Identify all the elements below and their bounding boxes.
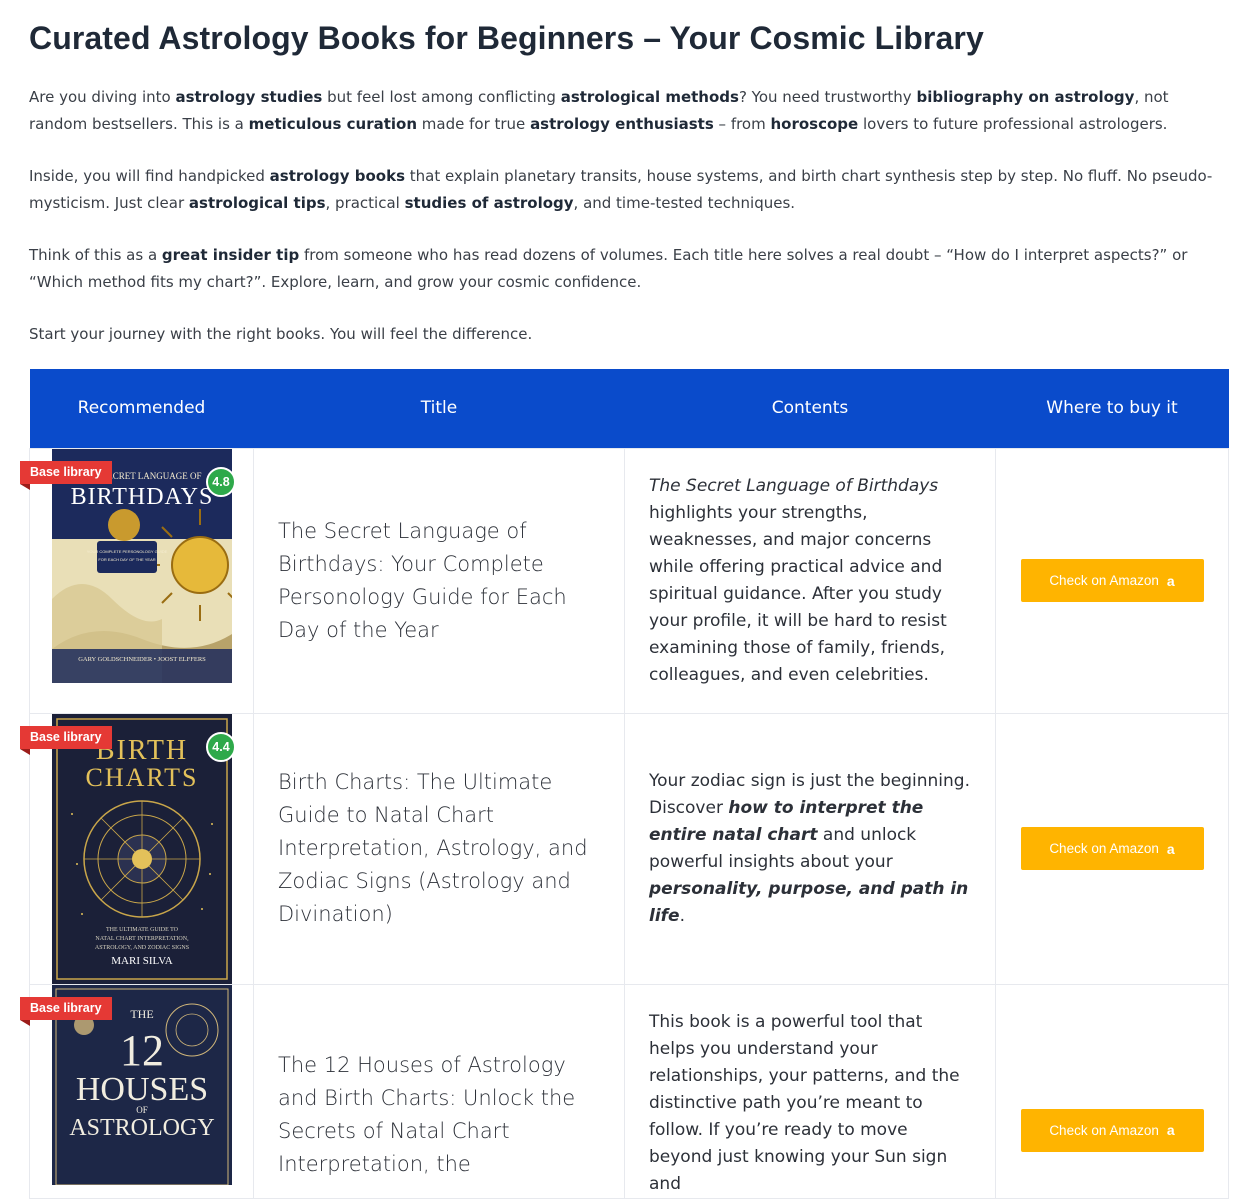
svg-text:YOUR COMPLETE PERSONOLOGY GUID: YOUR COMPLETE PERSONOLOGY GUIDE <box>87 549 168 554</box>
svg-text:THE: THE <box>130 1007 153 1021</box>
page-content: Curated Astrology Books for Beginners – … <box>20 0 1229 1199</box>
amazon-icon: a <box>1166 840 1175 857</box>
base-library-badge: Base library <box>20 460 112 490</box>
book-description: This book is a powerful tool that helps … <box>649 1011 960 1194</box>
svg-text:MARI SILVA: MARI SILVA <box>111 955 172 967</box>
buy-cell: Check on Amazon a <box>995 712 1229 985</box>
svg-text:FOR EACH DAY OF THE YEAR: FOR EACH DAY OF THE YEAR <box>98 557 155 562</box>
rating-badge: 4.4 <box>206 731 236 762</box>
book-description: The Secret Language of Birthdays highlig… <box>649 475 947 685</box>
check-on-amazon-button[interactable]: Check on Amazon a <box>1020 559 1204 602</box>
recommended-cell: Base library THE 12 HOUSES OF ASTROLOGY <box>20 983 254 1199</box>
table-row: Base library 4.4 BIRTH CHARTS THE ULTIMA… <box>20 712 1229 985</box>
svg-text:CHARTS: CHARTS <box>85 763 198 792</box>
base-library-badge: Base library <box>20 725 112 755</box>
book-description: Your zodiac sign is just the beginning. … <box>649 770 970 926</box>
table-row: Base library THE 12 HOUSES OF ASTROLOGY … <box>20 983 1229 1199</box>
table-row: Base library 4.8 THE SECRET LANGUAGE OF … <box>20 447 1229 714</box>
svg-text:GARY GOLDSCHNEIDER • JOOST ELF: GARY GOLDSCHNEIDER • JOOST ELFFERS <box>78 656 206 663</box>
rating-badge: 4.8 <box>206 466 236 497</box>
svg-text:THE ULTIMATE GUIDE TO: THE ULTIMATE GUIDE TO <box>106 927 179 933</box>
book-cover-image[interactable]: THE SECRET LANGUAGE OF BIRTHDAYS YOUR CO… <box>52 448 232 683</box>
recommended-cell: Base library 4.4 BIRTH CHARTS THE ULTIMA… <box>20 712 254 985</box>
contents-cell: This book is a powerful tool that helps … <box>624 983 996 1199</box>
svg-text:OF: OF <box>136 1105 148 1115</box>
book-title[interactable]: The Secret Language of Birthdays: Your C… <box>278 515 600 647</box>
buy-cell: Check on Amazon a <box>995 983 1229 1199</box>
header-recommended: Recommended <box>29 369 254 448</box>
svg-text:NATAL CHART INTERPRETATION,: NATAL CHART INTERPRETATION, <box>95 936 189 942</box>
contents-cell: Your zodiac sign is just the beginning. … <box>624 712 996 985</box>
check-on-amazon-button[interactable]: Check on Amazon a <box>1020 827 1204 870</box>
table-header-row: Recommended Title Contents Where to buy … <box>29 369 1229 448</box>
intro-paragraph: Think of this as a great insider tip fro… <box>29 246 1188 291</box>
recommended-cell: Base library 4.8 THE SECRET LANGUAGE OF … <box>20 447 254 714</box>
amazon-icon: a <box>1166 572 1175 589</box>
intro-paragraph: Inside, you will find handpicked astrolo… <box>29 167 1213 212</box>
svg-text:12: 12 <box>120 1026 164 1075</box>
svg-text:ASTROLOGY, AND ZODIAC SIGNS: ASTROLOGY, AND ZODIAC SIGNS <box>95 945 189 951</box>
base-library-badge: Base library <box>20 996 112 1026</box>
header-title: Title <box>253 369 625 448</box>
header-where-to-buy: Where to buy it <box>995 369 1229 448</box>
amazon-icon: a <box>1166 1122 1175 1138</box>
svg-text:BIRTHDAYS: BIRTHDAYS <box>71 484 214 510</box>
title-cell: The Secret Language of Birthdays: Your C… <box>253 447 625 714</box>
book-title[interactable]: Birth Charts: The Ultimate Guide to Nata… <box>278 766 600 931</box>
button-label: Check on Amazon <box>1049 1122 1159 1138</box>
intro-paragraph: Are you diving into astrology studies bu… <box>29 88 1169 133</box>
book-cover-image[interactable]: BIRTH CHARTS THE ULTIMATE GUIDE TO NATAL… <box>52 713 232 984</box>
check-on-amazon-button[interactable]: Check on Amazon a <box>1020 1108 1204 1152</box>
title-cell: Birth Charts: The Ultimate Guide to Nata… <box>253 712 625 985</box>
button-label: Check on Amazon <box>1049 573 1159 588</box>
title-cell: The 12 Houses of Astrology and Birth Cha… <box>253 983 625 1199</box>
contents-cell: The Secret Language of Birthdays highlig… <box>624 447 996 714</box>
header-contents: Contents <box>624 369 996 448</box>
page-title: Curated Astrology Books for Beginners – … <box>29 20 984 56</box>
books-table: Recommended Title Contents Where to buy … <box>20 369 1229 1199</box>
svg-text:HOUSES: HOUSES <box>76 1071 208 1108</box>
buy-cell: Check on Amazon a <box>995 447 1229 714</box>
book-title[interactable]: The 12 Houses of Astrology and Birth Cha… <box>278 1049 600 1181</box>
button-label: Check on Amazon <box>1049 841 1159 856</box>
intro-paragraph: Start your journey with the right books.… <box>29 325 533 343</box>
intro-text: Are you diving into astrology studies bu… <box>29 84 1229 348</box>
